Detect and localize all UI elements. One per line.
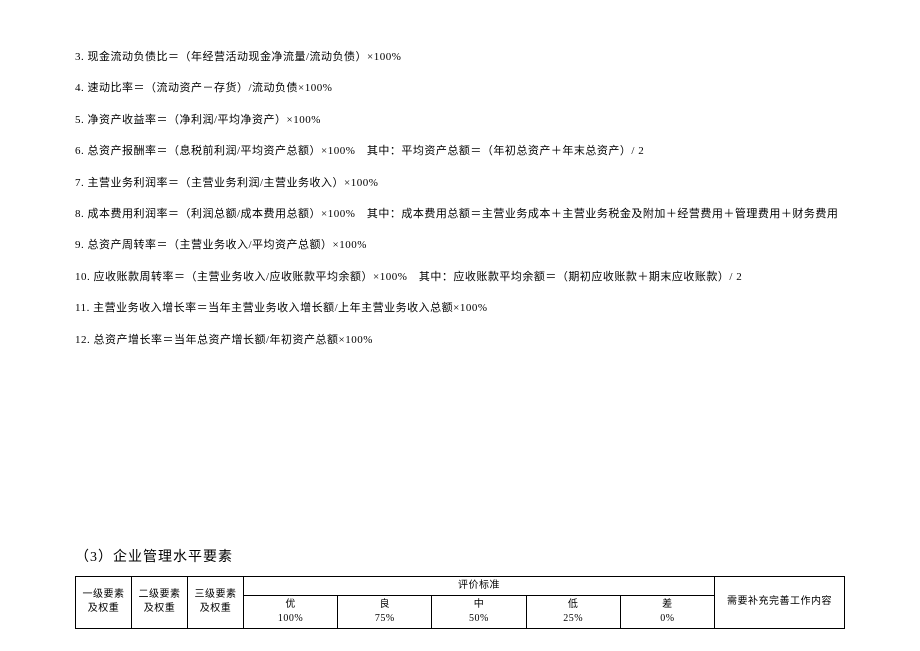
grade-pct: 0% [623, 612, 712, 626]
section-title: （3）企业管理水平要素 [75, 548, 845, 568]
th-grade-medium: 中 50% [432, 595, 526, 628]
formula-line-12: 12. 总资产增长率＝当年总资产增长额/年初资产总额×100% [75, 333, 845, 348]
th-grade-good: 良 75% [338, 595, 432, 628]
th-grade-low: 低 25% [526, 595, 620, 628]
grade-pct: 75% [340, 612, 429, 626]
th-level1: 一级要素及权重 [76, 576, 132, 628]
grade-label: 中 [434, 598, 523, 612]
th-level3: 三级要素及权重 [188, 576, 244, 628]
document-page: 3. 现金流动负债比＝（年经营活动现金净流量/流动负债）×100% 4. 速动比… [0, 0, 920, 651]
grade-label: 优 [246, 598, 335, 612]
grade-pct: 100% [246, 612, 335, 626]
th-grade-poor: 差 0% [620, 595, 714, 628]
grade-label: 差 [623, 598, 712, 612]
evaluation-table: 一级要素及权重 二级要素及权重 三级要素及权重 评价标准 需要补充完善工作内容 … [75, 576, 845, 629]
formula-line-3: 3. 现金流动负债比＝（年经营活动现金净流量/流动负债）×100% [75, 50, 845, 65]
formula-line-11: 11. 主营业务收入增长率＝当年主营业务收入增长额/上年主营业务收入总额×100… [75, 301, 845, 316]
formula-line-4: 4. 速动比率＝（流动资产－存货）/流动负债×100% [75, 81, 845, 96]
grade-label: 低 [529, 598, 618, 612]
formula-line-9: 9. 总资产周转率＝（主营业务收入/平均资产总额）×100% [75, 238, 845, 253]
grade-pct: 25% [529, 612, 618, 626]
formula-line-7: 7. 主营业务利润率＝（主营业务利润/主营业务收入）×100% [75, 176, 845, 191]
formula-list: 3. 现金流动负债比＝（年经营活动现金净流量/流动负债）×100% 4. 速动比… [75, 50, 845, 348]
th-supplement: 需要补充完善工作内容 [715, 576, 845, 628]
th-level2: 二级要素及权重 [132, 576, 188, 628]
grade-label: 良 [340, 598, 429, 612]
formula-line-8: 8. 成本费用利润率＝（利润总额/成本费用总额）×100% 其中：成本费用总额＝… [75, 207, 845, 222]
grade-pct: 50% [434, 612, 523, 626]
th-grade-excellent: 优 100% [244, 595, 338, 628]
th-criteria: 评价标准 [244, 576, 715, 595]
formula-line-6: 6. 总资产报酬率＝（息税前利润/平均资产总额）×100% 其中：平均资产总额＝… [75, 144, 845, 159]
formula-line-10: 10. 应收账款周转率＝（主营业务收入/应收账款平均余额）×100% 其中：应收… [75, 270, 845, 285]
formula-line-5: 5. 净资产收益率＝（净利润/平均净资产）×100% [75, 113, 845, 128]
table-header-row-1: 一级要素及权重 二级要素及权重 三级要素及权重 评价标准 需要补充完善工作内容 [76, 576, 845, 595]
